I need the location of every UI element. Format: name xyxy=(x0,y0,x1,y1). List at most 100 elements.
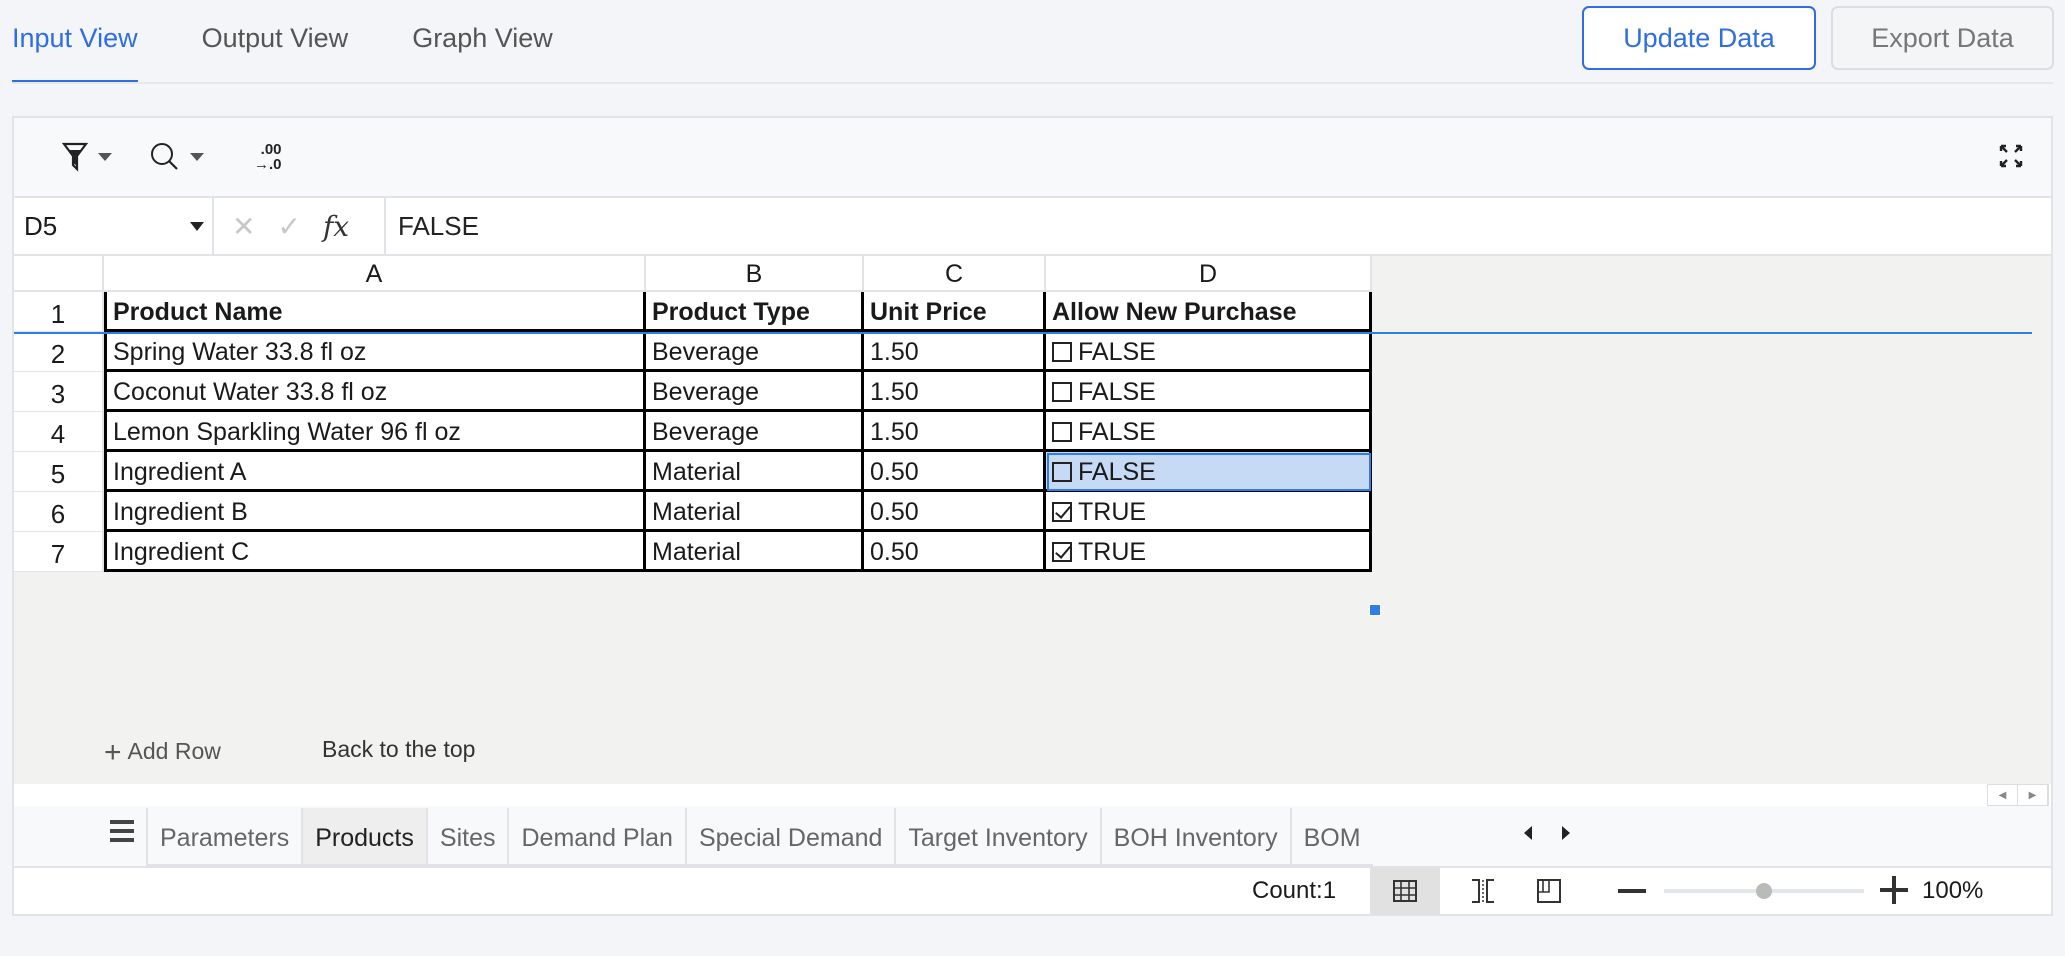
row-header[interactable]: 3 xyxy=(14,372,104,412)
cell-product-type[interactable]: Beverage xyxy=(646,332,864,372)
cell-product-name[interactable]: Ingredient B xyxy=(104,492,646,532)
checkbox-unchecked-icon[interactable] xyxy=(1052,462,1072,482)
tab-graph-view[interactable]: Graph View xyxy=(412,0,553,84)
zoom-in-button[interactable] xyxy=(1880,876,1908,904)
row-header[interactable]: 6 xyxy=(14,492,104,532)
grid-view-icon xyxy=(1393,880,1417,902)
fill-handle[interactable] xyxy=(1369,604,1381,616)
scroll-left-icon[interactable]: ◀ xyxy=(1988,785,2018,805)
cell-product-type[interactable]: Material xyxy=(646,492,864,532)
checkbox-checked-icon[interactable] xyxy=(1052,502,1072,522)
cell-product-type[interactable]: Material xyxy=(646,452,864,492)
sheet-tab-products[interactable]: Products xyxy=(301,808,426,866)
cell-unit-price[interactable]: 0.50 xyxy=(864,492,1046,532)
cell-allow-new-purchase[interactable]: TRUE xyxy=(1046,532,1372,572)
cell-product-name[interactable]: Coconut Water 33.8 fl oz xyxy=(104,372,646,412)
formula-input[interactable]: FALSE xyxy=(398,198,1998,254)
checkbox-unchecked-icon[interactable] xyxy=(1052,342,1072,362)
row-header[interactable]: 2 xyxy=(14,332,104,372)
cell-unit-price[interactable]: 0.50 xyxy=(864,532,1046,572)
sheet-tab-sites[interactable]: Sites xyxy=(425,808,508,866)
sheet-tabs: Parameters Products Sites Demand Plan Specia… xyxy=(146,808,1516,866)
normal-view-button[interactable] xyxy=(1370,868,1440,914)
cell-unit-price[interactable]: 1.50 xyxy=(864,332,1046,372)
fullscreen-icon[interactable] xyxy=(1999,144,2023,168)
select-all-corner[interactable] xyxy=(14,256,104,292)
checkbox-checked-icon[interactable] xyxy=(1052,542,1072,562)
page-layout-icon xyxy=(1537,879,1561,903)
tab-input-view[interactable]: Input View xyxy=(12,0,138,84)
cell-product-name[interactable]: Spring Water 33.8 fl oz xyxy=(104,332,646,372)
back-to-top-link[interactable]: Back to the top xyxy=(322,736,475,763)
horizontal-scrollbar[interactable]: ◀ ▶ xyxy=(14,784,2051,806)
zoom-slider-thumb[interactable] xyxy=(1756,883,1772,899)
cell-product-type[interactable]: Material xyxy=(646,532,864,572)
export-data-button[interactable]: Export Data xyxy=(1831,6,2054,70)
formula-separator xyxy=(384,198,386,254)
sheet-list-menu-icon[interactable] xyxy=(110,820,134,847)
top-bar: Input View Output View Graph View Update… xyxy=(0,0,2065,84)
row-header[interactable]: 1 xyxy=(14,292,104,332)
chevron-down-icon xyxy=(190,222,204,231)
sheet-tab-target-inventory[interactable]: Target Inventory xyxy=(894,808,1100,866)
tab-scroll-right-icon[interactable] xyxy=(1562,826,1570,840)
cell-allow-new-purchase[interactable]: FALSE xyxy=(1046,452,1372,492)
decrease-decimal-icon: .00 →.0 xyxy=(254,141,282,173)
add-row-button[interactable]: + Add Row xyxy=(104,736,221,770)
filter-dropdown[interactable] xyxy=(62,136,112,178)
cell-allow-new-purchase[interactable]: FALSE xyxy=(1046,372,1372,412)
spreadsheet: .00 →.0 D5 ✕ ✓ fx FALSE A B C D 1 Produc… xyxy=(12,116,2053,916)
cell-allow-new-purchase[interactable]: TRUE xyxy=(1046,492,1372,532)
header-cell[interactable]: Product Type xyxy=(646,292,864,332)
zoom-slider[interactable] xyxy=(1664,883,1864,899)
search-icon xyxy=(151,143,178,170)
row-header[interactable]: 7 xyxy=(14,532,104,572)
column-header-c[interactable]: C xyxy=(864,256,1046,292)
sheet-tab-demand-plan[interactable]: Demand Plan xyxy=(507,808,685,866)
cell-allow-new-purchase[interactable]: FALSE xyxy=(1046,412,1372,452)
header-cell[interactable]: Product Name xyxy=(104,292,646,332)
search-dropdown[interactable] xyxy=(150,136,204,178)
cell-product-name[interactable]: Lemon Sparkling Water 96 fl oz xyxy=(104,412,646,452)
cell-allow-new-purchase[interactable]: FALSE xyxy=(1046,332,1372,372)
page-layout-view-button[interactable] xyxy=(1514,868,1584,914)
header-cell[interactable]: Unit Price xyxy=(864,292,1046,332)
page-break-view-button[interactable] xyxy=(1448,868,1518,914)
sheet-tab-special-demand[interactable]: Special Demand xyxy=(684,808,895,866)
column-header-a[interactable]: A xyxy=(104,256,646,292)
table-row: 2 Spring Water 33.8 fl oz Beverage 1.50 FALS… xyxy=(14,332,1372,372)
decrease-decimal-button[interactable]: .00 →.0 xyxy=(254,136,282,178)
function-icon[interactable]: fx xyxy=(323,210,349,243)
cell-unit-price[interactable]: 1.50 xyxy=(864,372,1046,412)
column-header-d[interactable]: D xyxy=(1046,256,1372,292)
sheet-tab-boh-inventory[interactable]: BOH Inventory xyxy=(1099,808,1290,866)
formula-bar: D5 ✕ ✓ fx FALSE xyxy=(14,198,2051,256)
column-header-b[interactable]: B xyxy=(646,256,864,292)
update-data-button[interactable]: Update Data xyxy=(1582,6,1816,70)
zoom-out-button[interactable] xyxy=(1618,889,1646,893)
cell-unit-price[interactable]: 1.50 xyxy=(864,412,1046,452)
checkbox-unchecked-icon[interactable] xyxy=(1052,382,1072,402)
confirm-icon[interactable]: ✓ xyxy=(277,210,300,243)
cell-product-name[interactable]: Ingredient C xyxy=(104,532,646,572)
sheet-tab-parameters[interactable]: Parameters xyxy=(146,808,302,866)
row-header[interactable]: 4 xyxy=(14,412,104,452)
tab-output-view[interactable]: Output View xyxy=(202,0,349,84)
checkbox-unchecked-icon[interactable] xyxy=(1052,422,1072,442)
scroll-right-icon[interactable]: ▶ xyxy=(2018,785,2048,805)
cancel-icon[interactable]: ✕ xyxy=(232,210,255,243)
tab-scroll-left-icon[interactable] xyxy=(1524,826,1532,840)
grid-area: A B C D 1 Product Name Product Type Unit… xyxy=(14,256,2032,892)
plus-icon: + xyxy=(104,736,122,769)
checkbox-label: FALSE xyxy=(1078,338,1156,366)
sheet-tab-navigation xyxy=(1524,826,1570,840)
sheet-tab-bom[interactable]: BOM xyxy=(1289,808,1373,866)
checkbox-label: FALSE xyxy=(1078,458,1156,486)
cell-product-type[interactable]: Beverage xyxy=(646,412,864,452)
cell-product-type[interactable]: Beverage xyxy=(646,372,864,412)
name-box[interactable]: D5 xyxy=(14,198,214,254)
header-cell[interactable]: Allow New Purchase xyxy=(1046,292,1372,332)
row-header[interactable]: 5 xyxy=(14,452,104,492)
cell-unit-price[interactable]: 0.50 xyxy=(864,452,1046,492)
cell-product-name[interactable]: Ingredient A xyxy=(104,452,646,492)
